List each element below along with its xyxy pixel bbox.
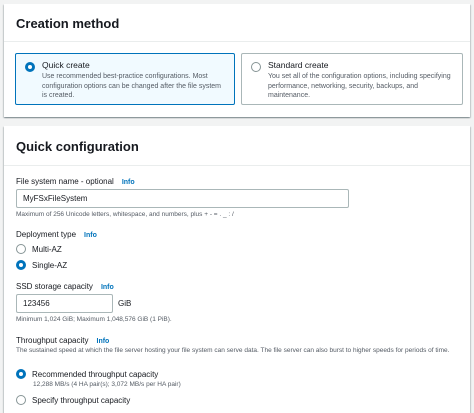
- throughput-option-recommended[interactable]: Recommended throughput capacity: [16, 369, 158, 379]
- recommended-throughput-label: Recommended throughput capacity: [32, 369, 159, 379]
- throughput-label: Throughput capacity: [16, 336, 89, 345]
- standard-create-tile[interactable]: Standard create You set all of the confi…: [241, 53, 463, 105]
- fs-name-info-link[interactable]: Info: [122, 179, 135, 186]
- throughput-label-row: Throughput capacity Info: [16, 336, 109, 345]
- deployment-label: Deployment type: [16, 230, 77, 239]
- throughput-info-link[interactable]: Info: [97, 338, 110, 345]
- deployment-label-row: Deployment type Info: [16, 230, 97, 239]
- quick-configuration-title: Quick configuration: [16, 139, 139, 154]
- quick-configuration-panel: Quick configuration File system name - o…: [4, 126, 470, 413]
- recommended-throughput-description: 12,288 MB/s (4 HA pair(s); 3,072 MB/s pe…: [33, 381, 181, 388]
- fs-name-label: File system name - optional: [16, 177, 114, 186]
- deployment-info-link[interactable]: Info: [84, 232, 97, 239]
- multi-az-radio[interactable]: [16, 244, 26, 254]
- single-az-radio[interactable]: [16, 260, 26, 270]
- single-az-label: Single-AZ: [32, 260, 68, 270]
- throughput-description: The sustained speed at which the file se…: [16, 347, 450, 354]
- storage-capacity-input[interactable]: [16, 294, 113, 313]
- quick-create-description: Use recommended best-practice configurat…: [42, 73, 221, 99]
- fs-name-input[interactable]: [16, 189, 349, 208]
- standard-create-description: You set all of the configuration options…: [268, 73, 451, 99]
- specify-throughput-label: Specify throughput capacity: [32, 395, 131, 405]
- deployment-option-multi-az[interactable]: Multi-AZ: [16, 244, 62, 254]
- quick-create-radio[interactable]: [25, 62, 35, 72]
- creation-method-title: Creation method: [16, 16, 120, 31]
- storage-info-link[interactable]: Info: [101, 284, 114, 291]
- storage-label-row: SSD storage capacity Info: [16, 282, 114, 291]
- fs-name-label-row: File system name - optional Info: [16, 177, 135, 186]
- recommended-throughput-radio[interactable]: [16, 369, 26, 379]
- deployment-option-single-az[interactable]: Single-AZ: [16, 260, 67, 270]
- standard-create-label: Standard create: [268, 60, 329, 70]
- quick-configuration-header: Quick configuration: [4, 126, 470, 166]
- fs-name-hint: Maximum of 256 Unicode letters, whitespa…: [16, 211, 234, 218]
- quick-create-label: Quick create: [42, 60, 90, 70]
- standard-create-radio[interactable]: [251, 62, 261, 72]
- throughput-option-specify[interactable]: Specify throughput capacity: [16, 395, 130, 405]
- quick-create-tile[interactable]: Quick create Use recommended best-practi…: [15, 53, 235, 105]
- creation-method-panel: Creation method Quick create Use recomme…: [4, 4, 470, 117]
- multi-az-label: Multi-AZ: [32, 244, 62, 254]
- storage-hint: Minimum 1,024 GiB; Maximum 1,048,576 GiB…: [16, 316, 172, 323]
- storage-unit: GiB: [118, 299, 132, 308]
- creation-method-header: Creation method: [4, 4, 470, 42]
- storage-label: SSD storage capacity: [16, 282, 93, 291]
- specify-throughput-radio[interactable]: [16, 395, 26, 405]
